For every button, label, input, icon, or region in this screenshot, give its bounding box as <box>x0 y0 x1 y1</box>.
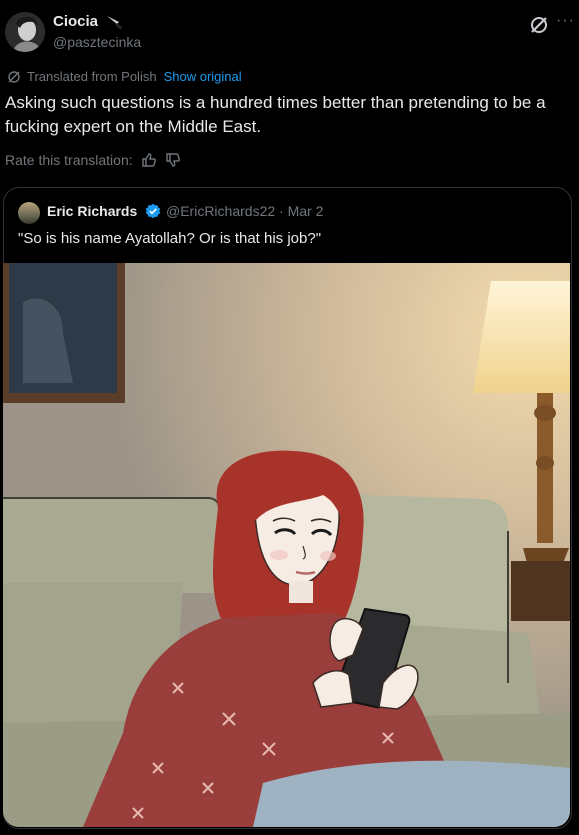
thumbs-up-icon[interactable] <box>141 152 157 168</box>
quoted-tweet-text: "So is his name Ayatollah? Or is that hi… <box>18 230 322 247</box>
tweet-header: Ciocia @pasztecinka ··· <box>5 10 575 54</box>
rate-label: Rate this translation: <box>5 152 133 168</box>
quoted-handle-date[interactable]: @EricRichards22 · Mar 2 <box>166 203 323 219</box>
author-avatar[interactable] <box>5 12 45 52</box>
show-original-link[interactable]: Show original <box>164 69 242 84</box>
author-handle[interactable]: @pasztecinka <box>53 34 141 50</box>
grok-icon[interactable] <box>529 15 549 35</box>
verified-badge-icon <box>145 203 161 219</box>
more-options-icon[interactable]: ··· <box>556 12 575 30</box>
translation-label: Translated from Polish <box>27 69 157 84</box>
knife-emoji-icon <box>107 16 123 30</box>
translate-icon <box>8 70 20 83</box>
thumbs-down-icon[interactable] <box>165 152 181 168</box>
quoted-author-name[interactable]: Eric Richards <box>47 203 137 219</box>
rate-translation: Rate this translation: <box>5 152 181 168</box>
tweet-text: Asking such questions is a hundred times… <box>5 93 546 136</box>
quoted-author-avatar[interactable] <box>18 202 40 224</box>
author-name[interactable]: Ciocia <box>53 13 98 30</box>
quoted-media-image[interactable] <box>3 263 570 827</box>
translation-note: Translated from Polish Show original <box>7 69 242 84</box>
